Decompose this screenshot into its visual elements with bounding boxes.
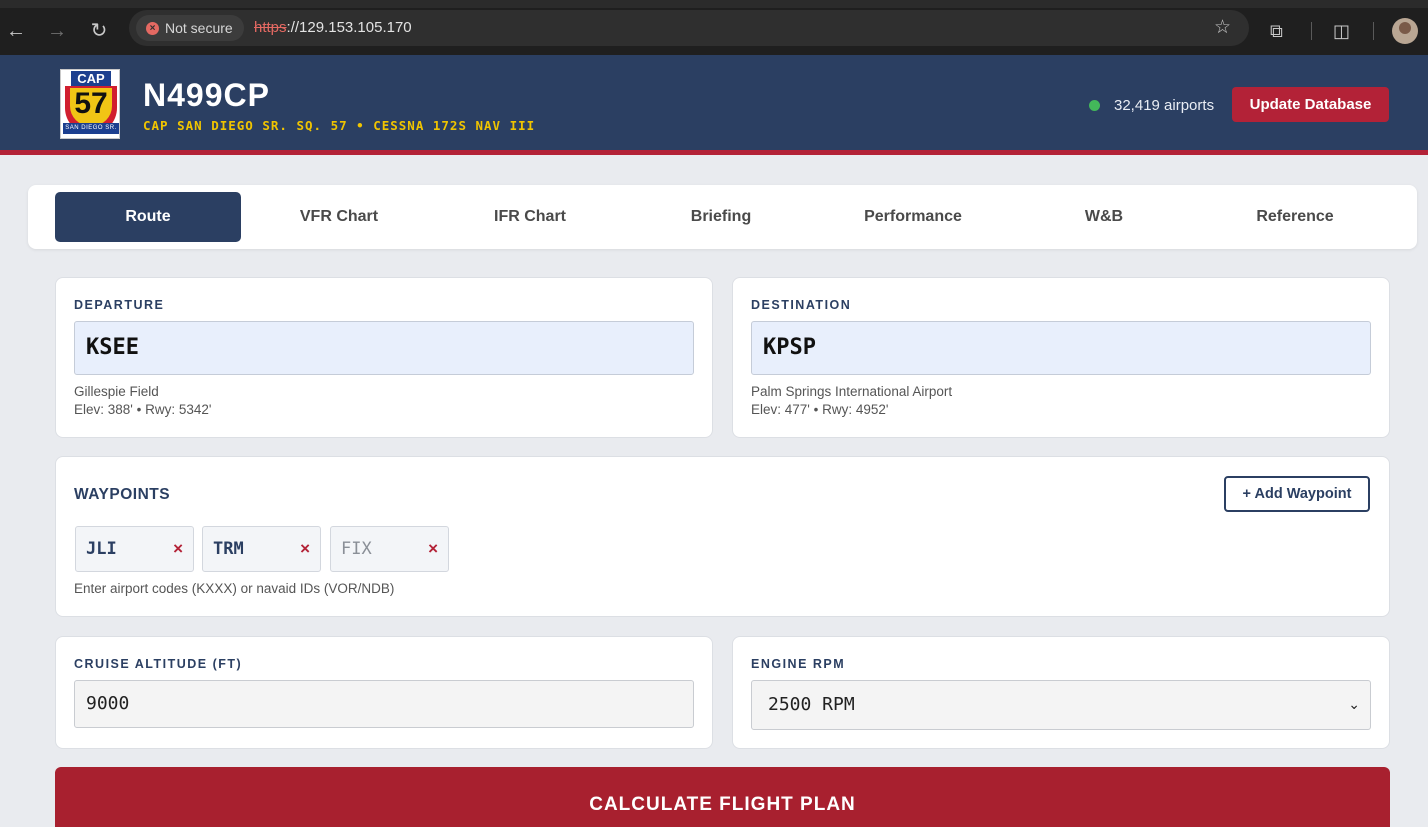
security-chip[interactable]: × Not secure — [136, 15, 244, 41]
logo-number: 57 — [74, 87, 108, 120]
destination-airport-name: Palm Springs International Airport — [751, 384, 953, 399]
toolbar-divider — [1373, 22, 1374, 40]
engine-rpm-label: ENGINE RPM — [751, 657, 846, 671]
destination-input[interactable]: KPSP — [751, 321, 1371, 375]
engine-rpm-selected: 2500 RPM — [768, 694, 855, 715]
engine-rpm-select[interactable]: 2500 RPM ⌄ — [751, 680, 1371, 730]
squadron-subtitle: CAP SAN DIEGO SR. SQ. 57 • CESSNA 172S N… — [143, 118, 536, 133]
tail-number: N499CP — [143, 77, 270, 113]
logo-ribbon: SAN DIEGO SR. SQ. — [63, 123, 119, 138]
tab-weight-balance[interactable]: W&B — [1011, 192, 1197, 242]
chevron-down-icon: ⌄ — [1348, 697, 1360, 713]
cruise-altitude-label: CRUISE ALTITUDE (FT) — [74, 657, 243, 671]
add-waypoint-button[interactable]: + Add Waypoint — [1224, 476, 1370, 512]
status-dot-icon — [1089, 100, 1100, 111]
waypoint-input[interactable]: TRM × — [202, 526, 321, 572]
waypoints-help-text: Enter airport codes (KXXX) or navaid IDs… — [74, 581, 395, 596]
departure-label: DEPARTURE — [74, 298, 165, 312]
url-scheme: https — [254, 19, 287, 36]
tab-reference[interactable]: Reference — [1202, 192, 1388, 242]
waypoint-placeholder: FIX — [341, 539, 372, 559]
waypoint-input[interactable]: FIX × — [330, 526, 449, 572]
address-bar[interactable]: × Not secure https://129.153.105.170 ☆ — [129, 10, 1249, 46]
extensions-icon[interactable]: ⧉ — [1270, 16, 1283, 46]
back-arrow-icon[interactable]: ← — [2, 16, 30, 46]
database-status: 32,419 airports — [1089, 97, 1214, 114]
calculate-flight-plan-button[interactable]: CALCULATE FLIGHT PLAN — [55, 767, 1390, 827]
main-tabs: Route VFR Chart IFR Chart Briefing Perfo… — [28, 185, 1417, 249]
reload-icon[interactable]: ↻ — [85, 16, 113, 46]
profile-avatar[interactable] — [1392, 18, 1418, 44]
waypoints-card: WAYPOINTS + Add Waypoint JLI × TRM × FIX… — [55, 456, 1390, 617]
departure-airport-details: Elev: 388' • Rwy: 5342' — [74, 402, 212, 417]
remove-waypoint-icon[interactable]: × — [173, 527, 183, 571]
waypoint-input[interactable]: JLI × — [75, 526, 194, 572]
tab-search-icon[interactable]: ◫ — [1333, 16, 1350, 46]
waypoint-value: JLI — [86, 539, 117, 559]
update-database-button[interactable]: Update Database — [1232, 87, 1389, 122]
tab-briefing[interactable]: Briefing — [628, 192, 814, 242]
tab-vfr-chart[interactable]: VFR Chart — [246, 192, 432, 242]
tab-ifr-chart[interactable]: IFR Chart — [437, 192, 623, 242]
forward-arrow-icon[interactable]: → — [43, 16, 71, 46]
departure-airport-name: Gillespie Field — [74, 384, 159, 399]
remove-waypoint-icon[interactable]: × — [300, 527, 310, 571]
destination-airport-info: Palm Springs International Airport Elev:… — [751, 383, 952, 419]
cruise-altitude-card: CRUISE ALTITUDE (FT) 9000 — [55, 636, 713, 749]
tab-route[interactable]: Route — [55, 192, 241, 242]
airport-count: 32,419 airports — [1114, 97, 1215, 114]
tab-performance[interactable]: Performance — [820, 192, 1006, 242]
url-text[interactable]: https://129.153.105.170 — [254, 10, 412, 46]
engine-rpm-card: ENGINE RPM 2500 RPM ⌄ — [732, 636, 1390, 749]
destination-card: DESTINATION KPSP Palm Springs Internatio… — [732, 277, 1390, 438]
remove-waypoint-icon[interactable]: × — [428, 527, 438, 571]
not-secure-icon: × — [146, 21, 159, 35]
destination-label: DESTINATION — [751, 298, 852, 312]
departure-card: DEPARTURE KSEE Gillespie Field Elev: 388… — [55, 277, 713, 438]
toolbar-divider — [1311, 22, 1312, 40]
browser-toolbar: ← → ↻ × Not secure https://129.153.105.1… — [0, 0, 1428, 55]
waypoint-value: TRM — [213, 539, 244, 559]
url-host: ://129.153.105.170 — [286, 19, 412, 36]
security-label: Not secure — [165, 20, 233, 36]
destination-airport-details: Elev: 477' • Rwy: 4952' — [751, 402, 889, 417]
departure-input[interactable]: KSEE — [74, 321, 694, 375]
cruise-altitude-input[interactable]: 9000 — [74, 680, 694, 728]
bookmark-star-icon[interactable]: ☆ — [1214, 10, 1231, 46]
departure-airport-info: Gillespie Field Elev: 388' • Rwy: 5342' — [74, 383, 211, 419]
cap-squadron-logo: CAP 57 SAN DIEGO SR. SQ. — [60, 69, 120, 139]
app-header: CAP 57 SAN DIEGO SR. SQ. N499CP CAP SAN … — [0, 55, 1428, 155]
logo-cap-text: CAP — [71, 71, 111, 87]
waypoints-title: WAYPOINTS — [74, 486, 171, 503]
